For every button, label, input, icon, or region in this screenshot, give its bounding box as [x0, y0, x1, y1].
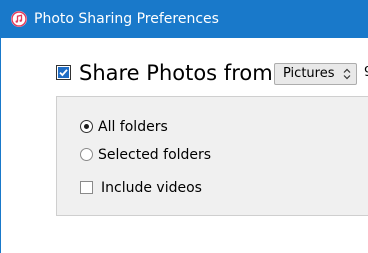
truncated-text: 9 — [364, 65, 368, 81]
window-border — [0, 0, 1, 253]
updown-arrows-icon — [343, 68, 351, 80]
music-note-icon — [11, 11, 27, 27]
all-folders-radio[interactable] — [80, 120, 93, 133]
share-photos-label: Share Photos from: — [79, 61, 280, 85]
include-videos-label: Include videos — [101, 180, 202, 196]
share-photos-row: Share Photos from: Pictures 9 — [56, 60, 368, 90]
title-bar[interactable]: Photo Sharing Preferences — [0, 0, 368, 38]
selected-folders-radio[interactable] — [80, 148, 93, 161]
share-photos-checkbox[interactable] — [56, 65, 71, 80]
checkmark-icon — [59, 69, 68, 77]
preferences-window: Photo Sharing Preferences Share Photos f… — [0, 0, 368, 253]
folder-options-group: All folders Selected folders Include vid… — [56, 96, 368, 216]
photo-source-select[interactable]: Pictures — [274, 63, 357, 85]
all-folders-label: All folders — [98, 119, 168, 135]
window-title: Photo Sharing Preferences — [34, 11, 219, 27]
include-videos-checkbox[interactable] — [80, 181, 93, 194]
photo-source-value: Pictures — [283, 66, 335, 81]
selected-folders-label: Selected folders — [98, 147, 212, 163]
